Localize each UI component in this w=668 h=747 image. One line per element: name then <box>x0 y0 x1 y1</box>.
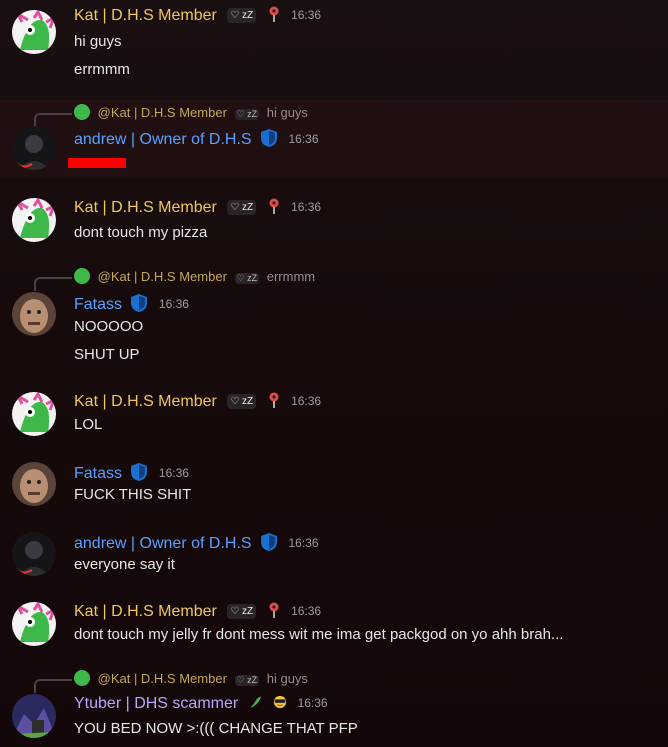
username-label[interactable]: andrew | Owner of D.H.S <box>74 131 252 148</box>
reply-text: hi guys <box>266 105 308 120</box>
message: @Kat | D.H.S Member ♡ zZ hi guys andrew … <box>0 100 668 178</box>
username-label[interactable]: Kat | D.H.S Member <box>74 393 217 410</box>
avatar[interactable] <box>12 10 56 54</box>
username-label[interactable]: Kat | D.H.S Member <box>74 199 217 216</box>
message-text: hi guys <box>74 33 122 50</box>
timestamp: 16:36 <box>291 8 322 22</box>
avatar[interactable] <box>12 198 56 242</box>
username-label[interactable]: Fatass <box>74 465 122 482</box>
reply-text: hi guys <box>266 671 308 686</box>
reply-author[interactable]: @Kat | D.H.S Member <box>98 269 227 284</box>
username[interactable]: Kat | D.H.S Member ♡ zZ 16:36 <box>74 6 321 25</box>
timestamp: 16:36 <box>288 132 319 146</box>
reply-author[interactable]: @Kat | D.H.S Member <box>98 671 227 686</box>
pin-icon <box>269 198 279 214</box>
lizard-icon <box>250 696 261 708</box>
status-tag: ♡ zZ <box>227 8 257 23</box>
username-label[interactable]: andrew | Owner of D.H.S <box>74 535 252 552</box>
reply-tag: ♡ zZ <box>234 109 260 120</box>
shield-icon <box>131 294 148 312</box>
username-label[interactable]: Kat | D.H.S Member <box>74 603 217 620</box>
timestamp: 16:36 <box>158 466 189 480</box>
message-text: YOU BED NOW >:((( CHANGE THAT PFP <box>74 720 358 737</box>
reply-line <box>34 113 72 127</box>
username[interactable]: Ytuber | DHS scammer 16:36 <box>74 694 328 713</box>
reply-avatar <box>74 268 90 284</box>
message-text: errmmm <box>74 61 130 78</box>
message-text: SHUT UP <box>74 346 140 363</box>
message: Kat | D.H.S Member ♡ zZ 16:36 hi guys er… <box>0 0 668 96</box>
pin-icon <box>269 602 279 618</box>
shield-icon <box>131 463 148 481</box>
reply-preview[interactable]: @Kat | D.H.S Member ♡ zZ hi guys <box>74 670 308 686</box>
timestamp: 16:36 <box>288 536 319 550</box>
username[interactable]: andrew | Owner of D.H.S 16:36 <box>74 128 319 149</box>
avatar[interactable] <box>12 292 56 336</box>
username[interactable]: andrew | Owner of D.H.S 16:36 <box>74 532 319 553</box>
username-label[interactable]: Ytuber | DHS scammer <box>74 695 238 712</box>
avatar[interactable] <box>12 392 56 436</box>
reply-preview[interactable]: @Kat | D.H.S Member ♡ zZ errmmm <box>74 268 315 284</box>
message: Kat | D.H.S Member ♡ zZ 16:36 dont touch… <box>0 190 668 250</box>
shield-icon <box>261 129 278 147</box>
username[interactable]: Kat | D.H.S Member ♡ zZ 16:36 <box>74 198 321 217</box>
message: andrew | Owner of D.H.S 16:36 everyone s… <box>0 524 668 584</box>
redaction-bar <box>68 158 126 168</box>
status-tag: ♡ zZ <box>227 604 257 619</box>
username[interactable]: Kat | D.H.S Member ♡ zZ 16:36 <box>74 602 321 621</box>
message: Kat | D.H.S Member ♡ zZ 16:36 LOL <box>0 384 668 444</box>
username-label[interactable]: Fatass <box>74 296 122 313</box>
timestamp: 16:36 <box>291 604 322 618</box>
message-text: FUCK THIS SHIT <box>74 486 192 503</box>
message-text: NOOOOO <box>74 318 144 335</box>
timestamp: 16:36 <box>297 696 328 710</box>
sunglasses-emoji-icon <box>273 695 287 709</box>
reply-tag: ♡ zZ <box>234 273 260 284</box>
shield-icon <box>261 533 278 551</box>
message-text: everyone say it <box>74 556 175 573</box>
username-label[interactable]: Kat | D.H.S Member <box>74 7 217 24</box>
timestamp: 16:36 <box>291 200 322 214</box>
message-text: LOL <box>74 416 103 433</box>
avatar[interactable] <box>12 532 56 576</box>
reply-avatar <box>74 104 90 120</box>
avatar[interactable] <box>12 694 56 738</box>
username[interactable]: Fatass 16:36 <box>74 462 189 483</box>
reply-line <box>34 277 72 291</box>
username[interactable]: Fatass 16:36 <box>74 293 189 314</box>
avatar[interactable] <box>12 462 56 506</box>
reply-line <box>34 679 72 693</box>
username[interactable]: Kat | D.H.S Member ♡ zZ 16:36 <box>74 392 321 411</box>
message-text: dont touch my jelly fr dont mess wit me … <box>74 626 564 643</box>
avatar[interactable] <box>12 602 56 646</box>
message: Fatass 16:36 FUCK THIS SHIT <box>0 454 668 514</box>
timestamp: 16:36 <box>291 394 322 408</box>
reply-text: errmmm <box>266 269 316 284</box>
message-text: dont touch my pizza <box>74 224 208 241</box>
reply-preview[interactable]: @Kat | D.H.S Member ♡ zZ hi guys <box>74 104 308 120</box>
reply-tag: ♡ zZ <box>234 675 260 686</box>
reply-avatar <box>74 670 90 686</box>
message: @Kat | D.H.S Member ♡ zZ hi guys Ytuber … <box>0 666 668 747</box>
message: Kat | D.H.S Member ♡ zZ 16:36 dont touch… <box>0 594 668 658</box>
avatar[interactable] <box>12 126 56 170</box>
status-tag: ♡ zZ <box>227 200 257 215</box>
reply-author[interactable]: @Kat | D.H.S Member <box>98 105 227 120</box>
timestamp: 16:36 <box>158 297 189 311</box>
pin-icon <box>269 6 279 22</box>
status-tag: ♡ zZ <box>227 394 257 409</box>
pin-icon <box>269 392 279 408</box>
message: @Kat | D.H.S Member ♡ zZ errmmm Fatass 1… <box>0 264 668 374</box>
